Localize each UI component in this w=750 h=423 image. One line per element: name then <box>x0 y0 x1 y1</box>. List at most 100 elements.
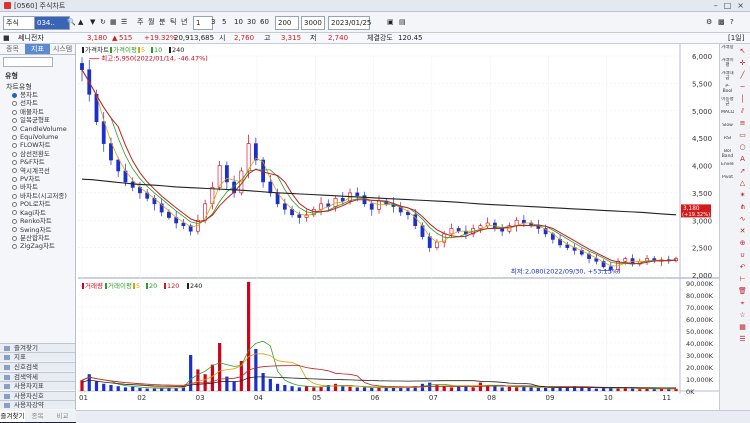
chart-type-item[interactable]: 바차트 <box>12 183 75 191</box>
indicator-shortcut-button[interactable]: Bol Band <box>721 149 734 161</box>
indicator-shortcut-button[interactable]: Slow <box>721 123 734 135</box>
chart-type-item[interactable]: 선차트 <box>12 99 75 107</box>
radio-icon[interactable] <box>12 126 17 132</box>
chart-type-item[interactable]: P&F차트 <box>12 158 75 166</box>
indicator-shortcut-button[interactable]: Envelope <box>721 162 734 174</box>
tab-stocks[interactable]: 종목 <box>0 44 25 54</box>
total-input[interactable]: 3000 <box>301 16 325 30</box>
minute-5[interactable]: 5 <box>222 16 226 28</box>
crosshair-icon[interactable]: ✛ <box>738 59 747 68</box>
price-volume-chart[interactable]: 6,000 5,500 5,000 4,500 4,000 3,500 3,000 2,500… <box>76 44 719 410</box>
chart-area[interactable]: 6,000 5,500 5,000 4,500 4,000 3,500 3,000 2,500… <box>76 44 719 410</box>
indicator-shortcut-button[interactable]: 거래대금 <box>721 71 734 83</box>
radio-icon[interactable] <box>12 134 17 140</box>
tab-systems[interactable]: 시스템 <box>50 44 75 54</box>
tab-indicators[interactable]: 지표 <box>25 44 50 54</box>
period-tick[interactable]: 틱 <box>170 16 176 28</box>
gann-icon[interactable]: ✶ <box>738 191 747 200</box>
radio-icon[interactable] <box>12 244 17 250</box>
tab-favorites[interactable]: 즐겨찾기 <box>0 411 25 422</box>
radio-icon[interactable] <box>12 151 17 157</box>
channel-icon[interactable]: ⫽ <box>738 107 747 116</box>
minute-60[interactable]: 60 <box>260 16 269 28</box>
arrow-down-icon[interactable]: ▼ <box>90 16 95 28</box>
radio-icon[interactable] <box>12 201 17 207</box>
chart-type-item[interactable]: 일목균형표 <box>12 116 75 124</box>
trash-icon[interactable]: 🗑 <box>738 287 747 296</box>
chart-type-item[interactable]: 매물차트 <box>12 108 75 116</box>
chart-type-item[interactable]: 역시계곡선 <box>12 167 75 175</box>
chart-type-item[interactable]: Swing차트 <box>12 226 75 234</box>
text-icon[interactable]: A <box>738 155 747 164</box>
panel-section-header[interactable]: 즐겨찾기 <box>0 342 75 352</box>
radio-icon[interactable] <box>12 168 17 174</box>
market-select[interactable]: 주식 <box>3 16 35 30</box>
radio-icon[interactable] <box>12 235 17 241</box>
triangle-icon[interactable]: △ <box>738 179 747 188</box>
indicator-shortcut-button[interactable]: 거래량 <box>721 45 734 57</box>
radio-icon[interactable] <box>12 159 17 165</box>
tab-compare[interactable]: 비교 <box>50 411 75 422</box>
panel-section-header[interactable]: 사용자지표 <box>0 381 75 391</box>
close-icon[interactable]: × <box>737 1 744 10</box>
period-minute[interactable]: 분 <box>159 16 165 28</box>
indicator-shortcut-button[interactable]: RSI <box>721 136 734 148</box>
indicator-search-input[interactable] <box>3 57 53 67</box>
arrow-up-icon[interactable]: ▲ <box>78 16 83 28</box>
indicator-shortcut-button[interactable]: 이동평균 <box>721 97 734 109</box>
chart-type-icon[interactable]: ▤ <box>399 16 406 28</box>
panel-section-header[interactable]: 지표 <box>0 352 75 362</box>
chart-type-item[interactable]: 삼선전환도 <box>12 150 75 158</box>
chart-type-item[interactable]: Renko차트 <box>12 217 75 225</box>
period-month[interactable]: 월 <box>148 16 154 28</box>
count-input[interactable]: 200 <box>275 16 299 30</box>
indicator-shortcut-button[interactable]: Pivot <box>721 175 734 187</box>
magnet-icon[interactable]: ∪ <box>738 251 747 260</box>
lock-icon[interactable]: ▣ <box>387 16 394 28</box>
period-week[interactable]: 주 <box>137 16 143 28</box>
interval-input[interactable]: 1 <box>193 16 213 30</box>
indicator-shortcut-button[interactable]: P-Bool <box>721 84 734 96</box>
stock-code-input[interactable]: 034.. <box>34 16 70 30</box>
list-icon[interactable]: ☰ <box>121 16 127 28</box>
radio-icon[interactable] <box>12 227 17 233</box>
radio-icon[interactable] <box>12 193 17 199</box>
grid-icon[interactable]: ▦ <box>110 16 117 28</box>
undo-icon[interactable]: ↶ <box>738 263 747 272</box>
refresh-icon[interactable]: ↻ <box>100 16 106 28</box>
hline-icon[interactable]: ─ <box>738 83 747 92</box>
pitch-icon[interactable]: ⋔ <box>738 203 747 212</box>
panel-section-header[interactable]: 사용자강약 <box>0 400 75 410</box>
indicator-shortcut-button[interactable]: MACD <box>721 110 734 122</box>
chart-type-item[interactable]: CandleVolume <box>12 125 75 133</box>
pin-icon[interactable]: ⌖ <box>738 299 747 308</box>
minimize-icon[interactable]: – <box>714 1 718 10</box>
panel-section-header[interactable]: 신호검색 <box>0 362 75 371</box>
grid-icon[interactable]: ▦ <box>738 323 747 332</box>
radio-icon[interactable] <box>12 210 17 216</box>
circle-icon[interactable]: ○ <box>738 143 747 152</box>
star-icon[interactable]: ☆ <box>738 311 747 320</box>
period-year[interactable]: 년 <box>181 16 187 28</box>
radio-icon[interactable] <box>12 185 17 191</box>
panel-section-header[interactable]: 검색약세 <box>0 371 75 381</box>
cycle-icon[interactable]: ∿ <box>738 215 747 224</box>
chart-type-group[interactable]: 차트유형 <box>6 83 75 91</box>
minute-10[interactable]: 10 <box>234 16 243 28</box>
radio-icon[interactable] <box>12 176 17 182</box>
erase-icon[interactable]: ✕ <box>738 227 747 236</box>
radio-icon[interactable] <box>12 218 17 224</box>
chart-type-item[interactable]: Kagi차트 <box>12 209 75 217</box>
vline-icon[interactable]: │ <box>738 95 747 104</box>
search-icon[interactable]: 🔍 <box>67 16 76 28</box>
tab-stock[interactable]: 종목 <box>25 411 50 422</box>
radio-icon[interactable] <box>12 143 17 149</box>
radio-icon[interactable] <box>12 109 17 115</box>
chart-type-item[interactable]: POL로차트 <box>12 200 75 208</box>
chart-type-item[interactable]: FLOW차트 <box>12 141 75 149</box>
radio-icon[interactable] <box>12 117 17 123</box>
chart-type-item[interactable]: ZigZag차트 <box>12 242 75 250</box>
maximize-icon[interactable]: □ <box>724 1 732 10</box>
radio-icon[interactable] <box>12 101 17 107</box>
fibo-icon[interactable]: ≡ <box>738 119 747 128</box>
